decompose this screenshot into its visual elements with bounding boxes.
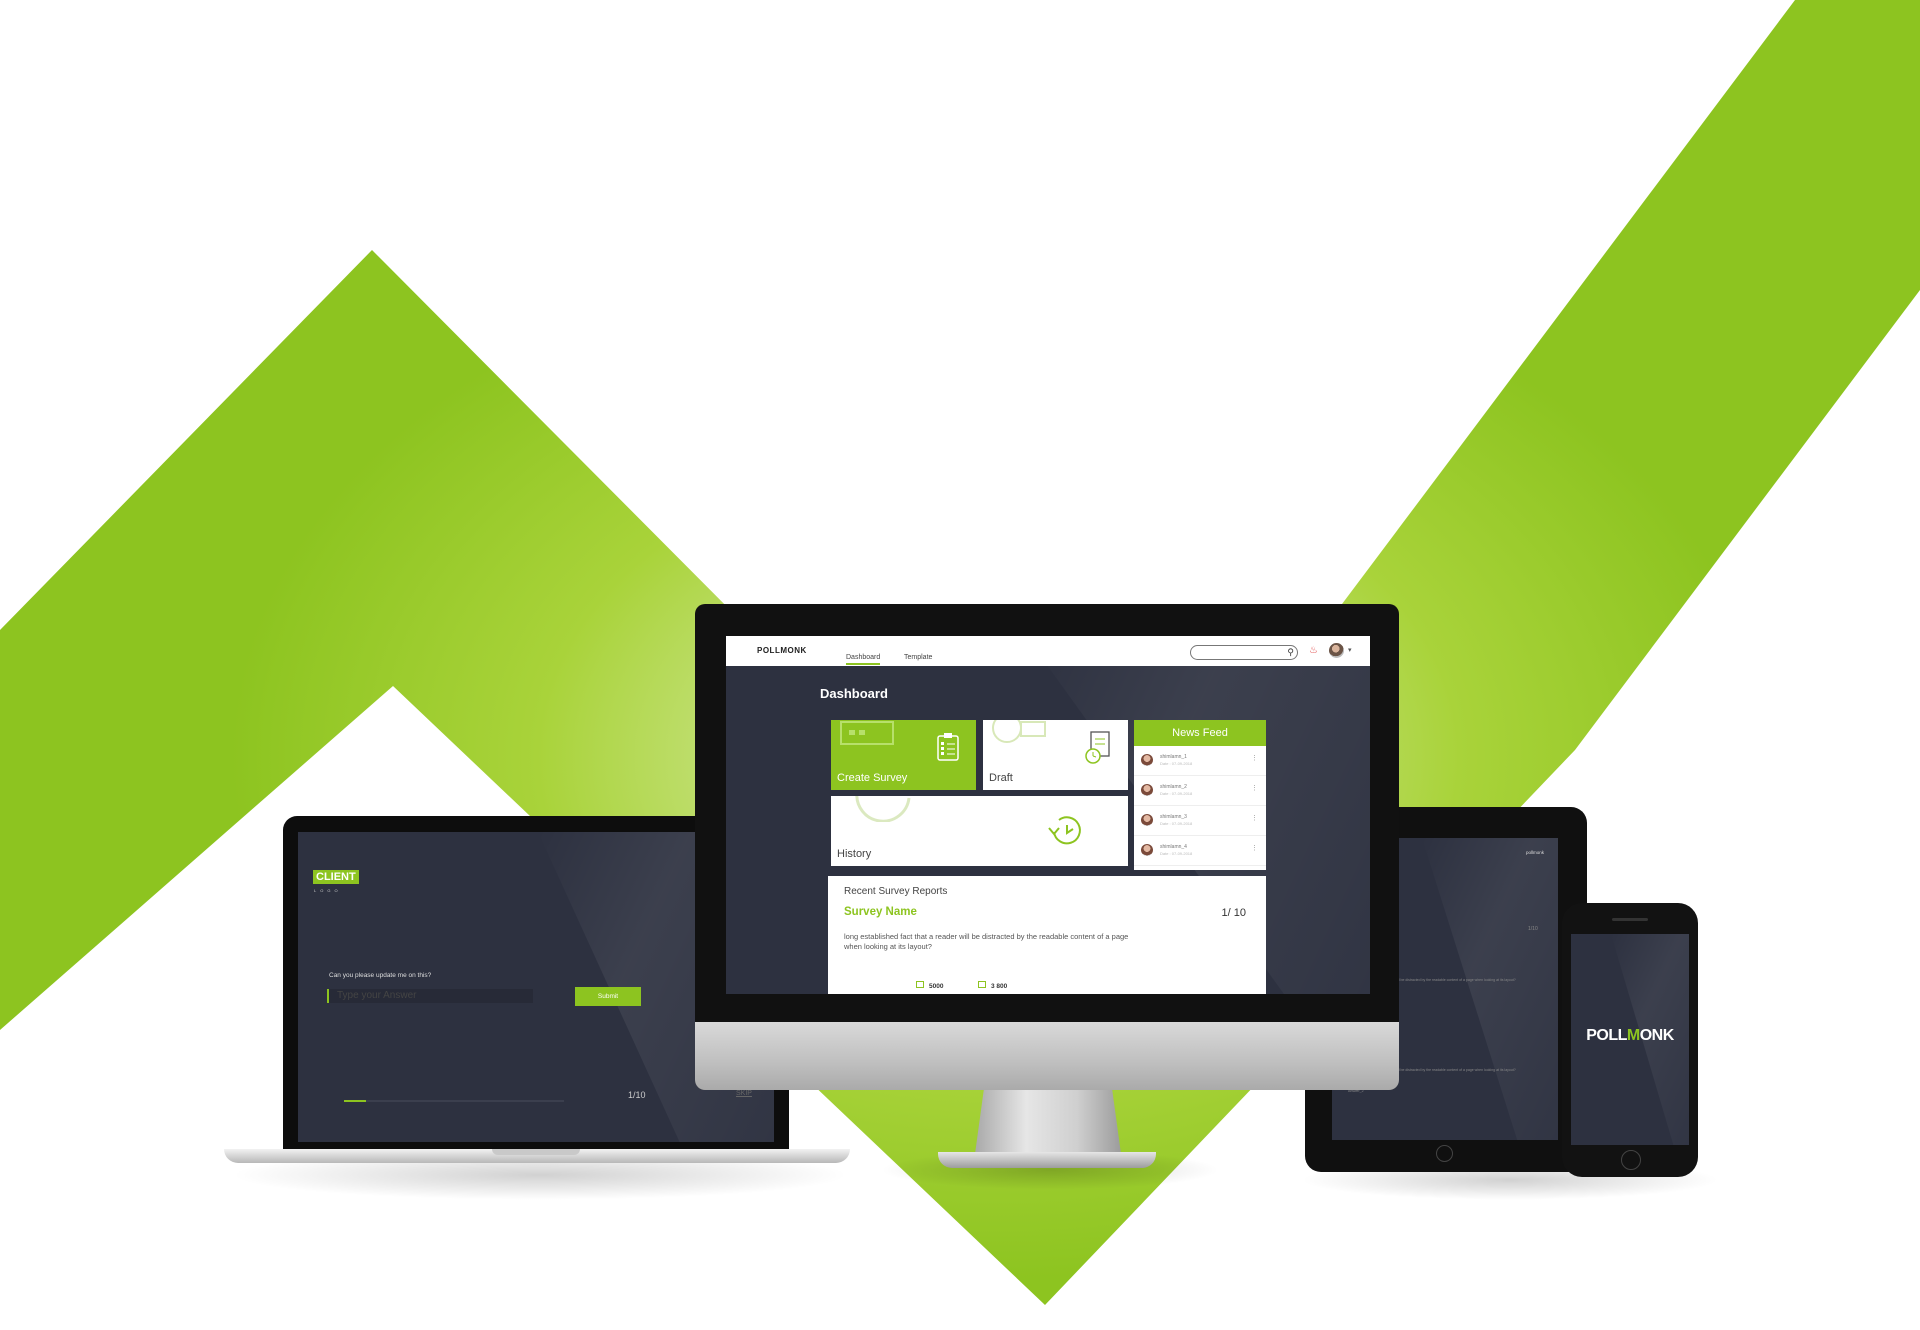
user-icon: [916, 981, 924, 988]
chevron-down-icon[interactable]: ▾: [1348, 646, 1352, 654]
history-tile[interactable]: History: [831, 796, 1128, 866]
progress-fill: [344, 1100, 366, 1102]
feed-user-name: shimlamn_4: [1160, 844, 1187, 850]
more-options-icon[interactable]: ⋮: [1251, 784, 1258, 792]
tab-template[interactable]: Template: [904, 654, 932, 661]
laptop-notch: [492, 1149, 580, 1155]
create-survey-label: Create Survey: [837, 772, 908, 784]
list-item[interactable]: shimlamn_4 Date : 07-09-2018 ⋮: [1134, 836, 1266, 866]
bell-icon[interactable]: ♨: [1309, 645, 1318, 656]
avatar: [1141, 754, 1153, 766]
logo-text-right: ONK: [1639, 1027, 1675, 1044]
logo-text-accent: M: [1626, 1027, 1640, 1044]
answer-input[interactable]: Type your Answer: [327, 989, 533, 1003]
more-options-icon[interactable]: ⋮: [1251, 754, 1258, 762]
more-options-icon[interactable]: ⋮: [1251, 814, 1258, 822]
search-input[interactable]: ⚲: [1190, 645, 1298, 660]
news-feed-title: News Feed: [1134, 720, 1266, 746]
screen-glare: [1422, 838, 1558, 1140]
avatar: [1141, 844, 1153, 856]
survey-count: 1/ 10: [1221, 907, 1246, 919]
tablet-home-button[interactable]: [1436, 1145, 1453, 1162]
imac-screen: POLLMONK Dashboard Template ⚲ ♨ ▾ Dashbo…: [726, 636, 1370, 994]
imac-foot: [938, 1152, 1156, 1168]
avatar[interactable]: [1329, 643, 1344, 658]
progress-bar: [344, 1100, 564, 1102]
imac-stand: [975, 1090, 1121, 1154]
avatar: [1141, 814, 1153, 826]
phone-screen: POLLMONK: [1571, 934, 1689, 1145]
feed-timestamp: Date : 07-09-2018: [1160, 761, 1193, 766]
card-icon: [978, 981, 986, 988]
client-logo: CLIENT: [313, 870, 359, 884]
question-text: Can you please update me on this?: [329, 972, 432, 979]
submit-button[interactable]: Submit: [575, 987, 641, 1006]
feed-timestamp: Date : 07-09-2018: [1160, 791, 1193, 796]
feed-timestamp: Date : 07-09-2018: [1160, 821, 1193, 826]
reports-title: Recent Survey Reports: [844, 886, 948, 897]
phone-speaker: [1612, 918, 1648, 921]
phone-home-button[interactable]: [1621, 1150, 1641, 1170]
news-feed-panel: News Feed shimlamn_1 Date : 07-09-2018 ⋮…: [1134, 720, 1266, 870]
list-item[interactable]: shimlamn_1 Date : 07-09-2018 ⋮: [1134, 746, 1266, 776]
feed-user-name: shimlamn_2: [1160, 784, 1187, 790]
page-title: Dashboard: [820, 686, 888, 701]
draft-document-icon: [1085, 731, 1110, 764]
stat-completed: 3 800: [978, 981, 1007, 990]
stat-completed-value: 3 800: [991, 983, 1008, 990]
survey-description: long established fact that a reader will…: [844, 932, 1129, 951]
avatar: [1141, 784, 1153, 796]
list-item[interactable]: shimlamn_2 Date : 07-09-2018 ⋮: [1134, 776, 1266, 806]
tablet-page-count: 1/10: [1528, 926, 1538, 932]
history-icon: [1048, 816, 1081, 845]
pollmonk-logo: POLLMONK: [1571, 1027, 1689, 1045]
history-icon-faded: [855, 796, 911, 822]
imac-chin: [695, 1022, 1399, 1090]
draft-label: Draft: [989, 772, 1013, 784]
top-navbar: POLLMONK Dashboard Template ⚲ ♨ ▾: [726, 636, 1370, 666]
history-label: History: [837, 848, 872, 860]
list-item[interactable]: shimlamn_3 Date : 07-09-2018 ⋮: [1134, 806, 1266, 836]
recent-reports-panel: Recent Survey Reports Survey Name 1/ 10 …: [828, 876, 1266, 994]
search-icon[interactable]: ⚲: [1287, 647, 1294, 658]
draft-tile[interactable]: Draft: [983, 720, 1128, 790]
clipboard-icon: [937, 733, 959, 761]
client-logo-sub: LOGO: [314, 888, 342, 893]
card-icon: [840, 721, 894, 745]
clock-icon-faded: [992, 720, 1046, 743]
brand-logo[interactable]: POLLMONK: [757, 646, 807, 655]
tab-dashboard[interactable]: Dashboard: [846, 654, 881, 665]
skip-link[interactable]: SKIP: [736, 1090, 752, 1097]
feed-user-name: shimlamn_1: [1160, 754, 1187, 760]
survey-name-link[interactable]: Survey Name: [844, 906, 917, 918]
feed-user-name: shimlamn_3: [1160, 814, 1187, 820]
feed-timestamp: Date : 07-09-2018: [1160, 851, 1193, 856]
page-count: 1/10: [628, 1090, 646, 1100]
logo-text-left: POLL: [1586, 1027, 1627, 1044]
more-options-icon[interactable]: ⋮: [1251, 844, 1258, 852]
tablet-brand: pollmonk: [1525, 850, 1544, 855]
create-survey-tile[interactable]: Create Survey: [831, 720, 976, 790]
stat-responses: 5000: [916, 981, 943, 990]
stat-responses-value: 5000: [929, 983, 944, 990]
